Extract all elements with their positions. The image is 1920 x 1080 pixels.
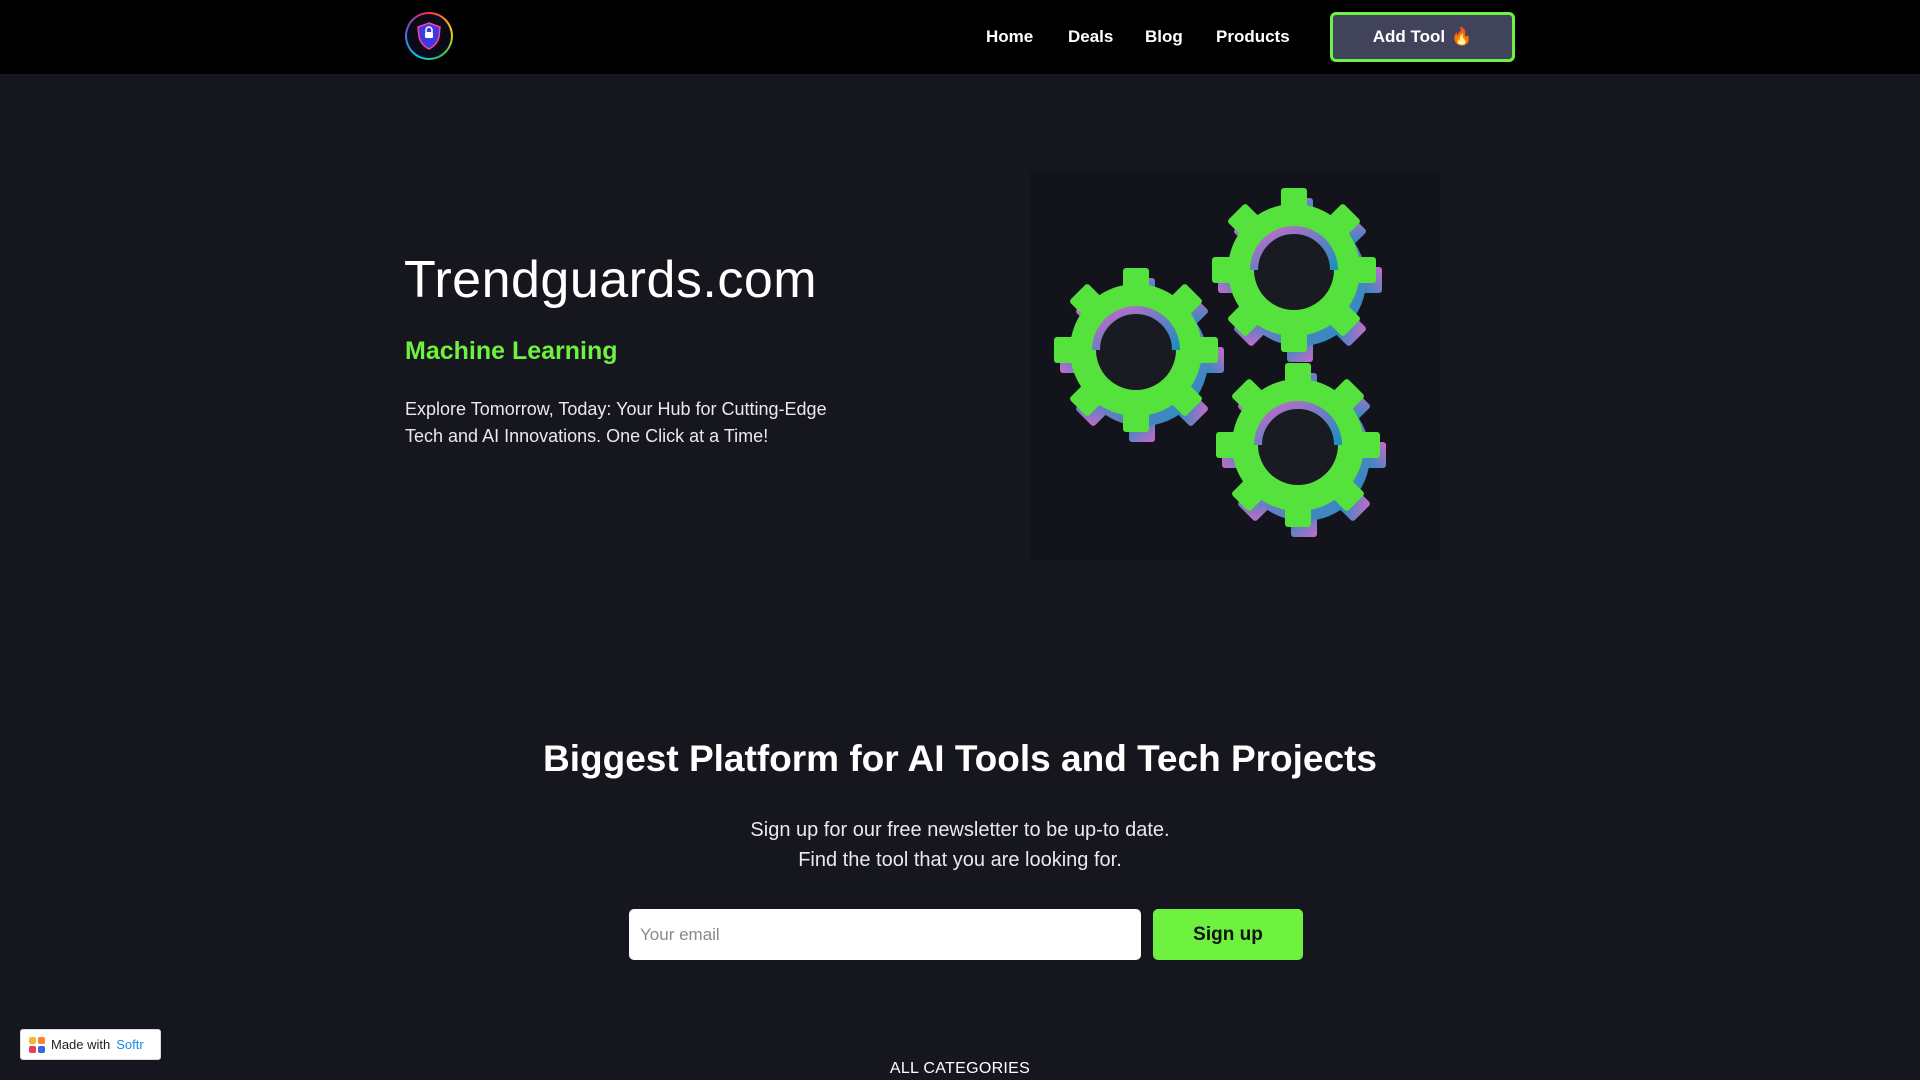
gears-illustration xyxy=(1030,170,1440,560)
top-navigation-bar: Home Deals Blog Products Add Tool 🔥 xyxy=(0,0,1920,74)
softr-logo-icon xyxy=(29,1036,45,1053)
fire-icon: 🔥 xyxy=(1451,27,1473,46)
all-categories-heading: ALL CATEGORIES xyxy=(889,1060,1031,1077)
signup-button[interactable]: Sign up xyxy=(1153,909,1303,960)
hero-title: Trendguards.com xyxy=(404,251,818,309)
add-tool-label: Add Tool xyxy=(1372,27,1446,46)
made-with-softr-badge[interactable]: Made with Softr xyxy=(20,1029,161,1060)
hero-subtitle: Machine Learning xyxy=(405,337,618,365)
nav-home[interactable]: Home xyxy=(986,0,1033,74)
gear-bottom-icon xyxy=(1216,363,1386,537)
badge-brand: Softr xyxy=(116,1037,144,1052)
add-tool-button[interactable]: Add Tool 🔥 xyxy=(1330,12,1515,62)
hero-description: Explore Tomorrow, Today: Your Hub for Cu… xyxy=(405,399,827,446)
email-input[interactable] xyxy=(629,909,1141,960)
shield-logo-icon xyxy=(407,14,451,58)
site-logo[interactable] xyxy=(405,12,453,60)
section-title: Biggest Platform for AI Tools and Tech P… xyxy=(543,738,1377,779)
nav-products[interactable]: Products xyxy=(1216,0,1290,74)
gear-top-icon xyxy=(1212,188,1382,362)
newsletter-subtitle-line2: Find the tool that you are looking for. xyxy=(798,849,1122,871)
newsletter-subtitle: Sign up for our free newsletter to be up… xyxy=(0,815,1920,875)
newsletter-subtitle-line1: Sign up for our free newsletter to be up… xyxy=(750,819,1170,841)
nav-deals[interactable]: Deals xyxy=(1068,0,1113,74)
nav-blog[interactable]: Blog xyxy=(1145,0,1183,74)
gear-left-icon xyxy=(1054,268,1224,442)
badge-prefix: Made with xyxy=(51,1037,111,1052)
